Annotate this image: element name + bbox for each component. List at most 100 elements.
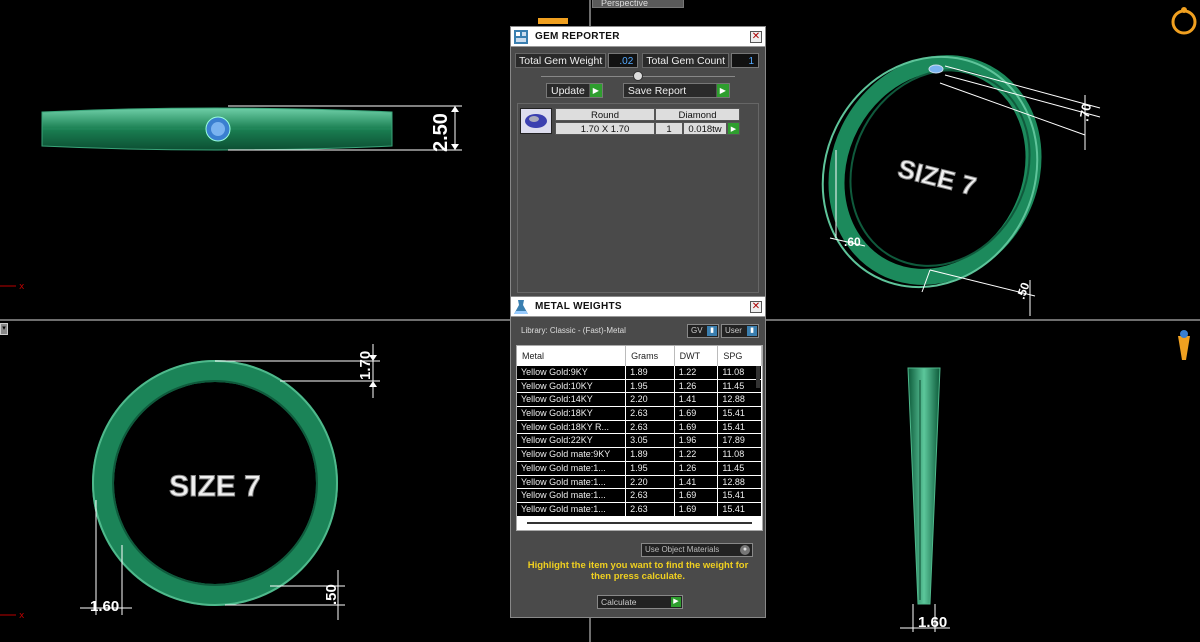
- col-dwt[interactable]: DWT: [675, 346, 719, 366]
- gv-label: GV: [691, 326, 703, 335]
- table-row[interactable]: Yellow Gold:18KY 2.63 1.69 15.41: [517, 407, 762, 421]
- table-row[interactable]: Yellow Gold mate:1... 1.95 1.26 11.45: [517, 461, 762, 476]
- perspective-view-ring: SIZE 7 .70 .60 .50: [821, 7, 1197, 316]
- table-cell: 1.22: [675, 448, 719, 461]
- round-gem-icon[interactable]: [520, 108, 552, 134]
- table-row[interactable]: Yellow Gold mate:1... 2.63 1.69 15.41: [517, 489, 762, 503]
- gem-reporter-icon: [511, 27, 531, 47]
- gem-stone-perspective: [928, 64, 944, 74]
- gem-row-arrow-button[interactable]: ▶: [727, 122, 740, 135]
- table-cell: 1.69: [675, 489, 719, 502]
- dim-top-width: 1.70: [357, 351, 374, 380]
- gem-weight-cell: 0.018tw: [683, 122, 727, 135]
- axis-x-label: x: [19, 282, 25, 292]
- dim-side-width: 1.60: [918, 614, 947, 631]
- calculate-button[interactable]: Calculate ▶: [597, 595, 683, 609]
- metal-weights-close-button[interactable]: ✕: [750, 301, 762, 313]
- total-gem-weight-label: Total Gem Weight: [515, 52, 607, 68]
- engraving-top: SIZE 7: [169, 470, 261, 503]
- gem-shape-header: Round: [555, 108, 655, 121]
- gem-indicator-icon: [538, 18, 568, 24]
- axis-x-label-bottom: x: [19, 611, 25, 621]
- table-cell: 2.63: [626, 502, 675, 516]
- metal-weights-title: METAL WEIGHTS: [535, 301, 622, 312]
- table-cell: 1.95: [626, 461, 675, 475]
- ring-side-icon: [1178, 336, 1190, 360]
- user-toggle[interactable]: User ▮: [721, 324, 759, 338]
- radio-icon: ●: [740, 545, 750, 555]
- dim-front-height: 2.50: [430, 113, 452, 152]
- gem-slider[interactable]: [511, 69, 765, 83]
- table-cell: 15.41: [718, 489, 762, 502]
- vertical-scrollbar[interactable]: [756, 366, 760, 388]
- table-cell: Yellow Gold:22KY: [517, 434, 627, 448]
- flask-icon: [511, 297, 531, 317]
- top-view-ring: SIZE 7 1.70 .50 1.60: [80, 344, 380, 620]
- table-cell: 1.69: [675, 502, 719, 516]
- table-cell: 12.88: [718, 475, 762, 489]
- table-cell: 1.22: [675, 366, 719, 379]
- gem-reporter-title: GEM REPORTER: [535, 31, 620, 42]
- play-arrow-icon: ▶: [588, 84, 602, 97]
- table-cell: 2.63: [626, 407, 675, 420]
- use-object-materials-button[interactable]: Use Object Materials ●: [641, 543, 753, 557]
- gv-toggle[interactable]: GV ▮: [687, 324, 719, 338]
- table-row[interactable]: Yellow Gold mate:9KY 1.89 1.22 11.08: [517, 448, 762, 462]
- total-gem-count-label: Total Gem Count: [642, 52, 730, 68]
- play-arrow-icon: ▶: [671, 597, 681, 607]
- gem-type-header: Diamond: [655, 108, 740, 121]
- gem-size-cell: 1.70 X 1.70: [555, 122, 655, 135]
- table-cell: 2.63: [626, 489, 675, 502]
- table-row[interactable]: Yellow Gold:14KY 2.20 1.41 12.88: [517, 393, 762, 408]
- metal-weights-titlebar[interactable]: METAL WEIGHTS ✕: [511, 297, 765, 317]
- table-cell: Yellow Gold mate:1...: [517, 502, 627, 516]
- table-cell: 1.26: [675, 379, 719, 393]
- table-cell: 1.95: [626, 379, 675, 393]
- table-cell: 11.08: [718, 448, 762, 461]
- table-cell: 17.89: [718, 434, 762, 448]
- table-cell: 1.89: [626, 366, 675, 379]
- gem-reporter-close-button[interactable]: ✕: [750, 31, 762, 43]
- table-row[interactable]: Yellow Gold:18KY R... 2.63 1.69 15.41: [517, 420, 762, 435]
- col-metal[interactable]: Metal: [517, 346, 627, 366]
- table-cell: Yellow Gold:18KY: [517, 407, 627, 420]
- col-spg[interactable]: SPG: [718, 346, 762, 366]
- table-cell: 11.45: [718, 461, 762, 475]
- table-cell: 1.26: [675, 461, 719, 475]
- gem-count-cell: 1: [655, 122, 683, 135]
- use-object-materials-label: Use Object Materials: [645, 545, 720, 554]
- table-cell: 2.20: [626, 475, 675, 489]
- table-cell: Yellow Gold mate:1...: [517, 475, 627, 489]
- table-row[interactable]: Yellow Gold mate:1... 2.20 1.41 12.88: [517, 475, 762, 490]
- metal-table-header: Metal Grams DWT SPG: [517, 346, 762, 366]
- table-row[interactable]: Yellow Gold:9KY 1.89 1.22 11.08: [517, 366, 762, 380]
- table-row[interactable]: Yellow Gold:10KY 1.95 1.26 11.45: [517, 379, 762, 394]
- slider-knob[interactable]: [633, 71, 643, 81]
- col-grams[interactable]: Grams: [626, 346, 675, 366]
- table-cell: 15.41: [718, 502, 762, 516]
- engraving-perspective: SIZE 7: [895, 153, 979, 201]
- toggle-icon: ▮: [707, 326, 717, 336]
- horizontal-scrollbar[interactable]: [527, 522, 752, 524]
- perspective-tab[interactable]: Perspective: [592, 0, 684, 8]
- gem-list: Round Diamond 1.70 X 1.70 1 0.018tw ▶: [517, 103, 759, 293]
- library-label: Library: Classic - (Fast)-Metal: [521, 326, 626, 335]
- metal-weights-panel: METAL WEIGHTS ✕ Library: Classic - (Fast…: [510, 296, 766, 618]
- table-cell: 2.20: [626, 393, 675, 407]
- side-view-ring: 1.60: [900, 330, 1190, 632]
- table-cell: Yellow Gold:10KY: [517, 379, 627, 393]
- table-row[interactable]: Yellow Gold:22KY 3.05 1.96 17.89: [517, 434, 762, 449]
- table-cell: Yellow Gold mate:9KY: [517, 448, 627, 461]
- metal-table[interactable]: Metal Grams DWT SPG Yellow Gold:9KY 1.89 1…: [516, 345, 763, 531]
- table-cell: 2.63: [626, 420, 675, 434]
- dim-persp-a: .70: [1076, 102, 1094, 122]
- viewport-menu-button[interactable]: ▾: [0, 323, 8, 335]
- save-report-button[interactable]: Save Report ▶: [622, 83, 730, 98]
- dim-persp-b: .60: [844, 235, 861, 249]
- dim-top-thickness: 1.60: [90, 598, 119, 615]
- gem-reporter-titlebar[interactable]: GEM REPORTER ✕: [511, 27, 765, 47]
- table-cell: 1.96: [675, 434, 719, 448]
- update-button[interactable]: Update ▶: [546, 83, 603, 98]
- table-row[interactable]: Yellow Gold mate:1... 2.63 1.69 15.41: [517, 502, 762, 517]
- table-cell: 1.89: [626, 448, 675, 461]
